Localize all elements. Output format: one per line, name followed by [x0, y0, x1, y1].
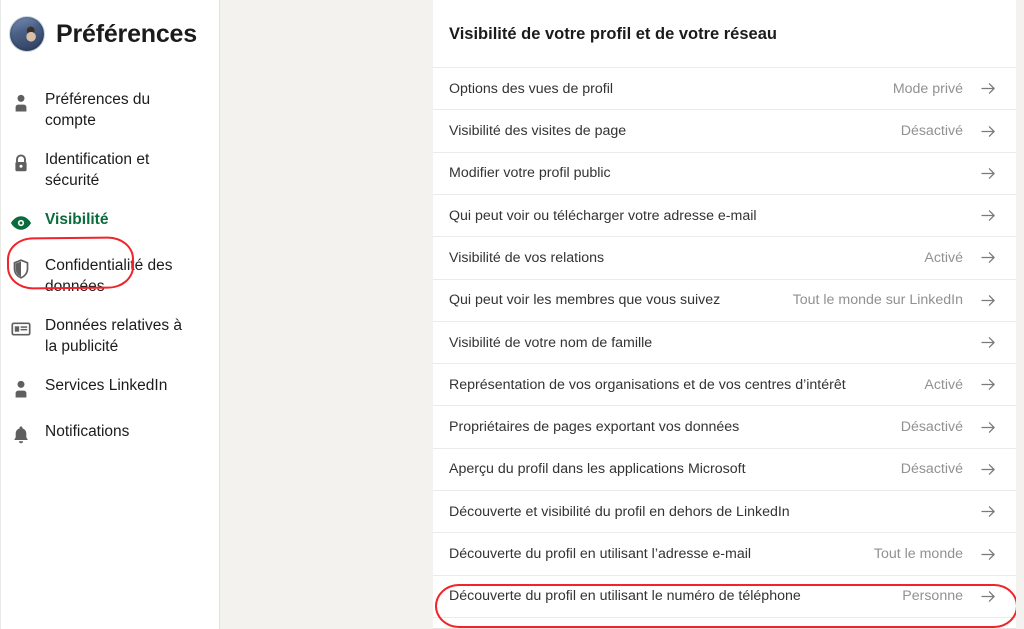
sidebar-item-visibilite[interactable]: Visibilité — [0, 200, 220, 246]
settings-row-value: Tout le monde sur LinkedIn — [792, 292, 963, 309]
sidebar-item-notifications[interactable]: Notifications — [0, 412, 220, 458]
content-spacer — [220, 0, 433, 629]
arrow-right-icon[interactable] — [980, 335, 996, 351]
arrow-right-icon[interactable] — [980, 419, 996, 435]
settings-row-value: Personne — [902, 588, 963, 605]
settings-row-value: Activé — [924, 376, 963, 393]
settings-row-qui-peut-voir-adresse-email[interactable]: Qui peut voir ou télécharger votre adres… — [433, 193, 1016, 237]
settings-row-label: Découverte du profil en utilisant le num… — [449, 588, 801, 605]
settings-row-visibilite-des-visites-de-page[interactable]: Visibilité des visites de page Désactivé — [433, 109, 1016, 152]
arrow-right-icon[interactable] — [980, 504, 996, 520]
settings-row-apercu-du-profil-applications-microsoft[interactable]: Aperçu du profil dans les applications M… — [433, 447, 1016, 491]
settings-row-value: Désactivé — [900, 461, 963, 478]
settings-row-visibilite-de-vos-relations[interactable]: Visibilité de vos relations Activé — [433, 236, 1016, 279]
settings-row-qui-peut-voir-les-membres-que-vous-suivez[interactable]: Qui peut voir les membres que vous suive… — [433, 278, 1016, 321]
settings-row-label: Qui peut voir les membres que vous suive… — [449, 292, 721, 309]
arrow-right-icon[interactable] — [980, 123, 996, 139]
bell-icon — [10, 424, 32, 446]
preferences-page: Préférences Préférences du compte Identi… — [0, 0, 1024, 629]
arrow-right-icon[interactable] — [980, 588, 996, 604]
settings-row-decouverte-du-profil-numero-de-telephone[interactable]: Découverte du profil en utilisant le num… — [433, 574, 1016, 617]
arrow-right-icon[interactable] — [980, 81, 996, 97]
settings-row-label: Représentation de vos organisations et d… — [449, 376, 846, 393]
settings-row-value: Désactivé — [900, 419, 963, 436]
arrow-right-icon[interactable] — [980, 377, 996, 393]
sidebar-item-label: Visibilité — [45, 211, 109, 228]
settings-row-decouverte-du-profil-adresse-email[interactable]: Découverte du profil en utilisant l’adre… — [433, 532, 1016, 575]
sidebar: Préférences Préférences du compte Identi… — [0, 0, 220, 629]
arrow-right-icon[interactable] — [980, 165, 996, 181]
avatar[interactable] — [9, 16, 45, 52]
arrow-right-icon[interactable] — [980, 250, 996, 266]
sidebar-item-label: Préférences du compte — [45, 91, 151, 129]
sidebar-item-donnees-relatives-a-la-publicite[interactable]: Données relatives à la publicité — [0, 306, 220, 366]
person-icon — [10, 92, 32, 114]
arrow-right-icon[interactable] — [980, 461, 996, 477]
settings-row-label: Modifier votre profil public — [449, 165, 611, 182]
settings-row-value: Désactivé — [900, 123, 963, 140]
settings-row-label: Visibilité de votre nom de famille — [449, 334, 653, 351]
sidebar-item-confidentialite-des-donnees[interactable]: Confidentialité des données — [0, 246, 220, 306]
settings-row-value: Mode privé — [892, 80, 963, 97]
sidebar-item-identification-et-securite[interactable]: Identification et sécurité — [0, 140, 220, 200]
settings-row-options-des-vues-de-profil[interactable]: Options des vues de profil Mode privé — [433, 67, 1016, 110]
eye-icon — [10, 212, 32, 234]
settings-row-label: Découverte du profil en utilisant l’adre… — [449, 546, 752, 562]
lock-icon — [10, 152, 32, 174]
settings-row-visibilite-de-votre-nom-de-famille[interactable]: Visibilité de votre nom de famille — [433, 320, 1016, 364]
settings-row-label: Découverte et visibilité du profil en de… — [449, 503, 790, 520]
settings-list: Options des vues de profil Mode privé Vi… — [433, 67, 1016, 629]
section-heading: Visibilité de votre profil et de votre r… — [449, 25, 777, 44]
sidebar-item-label: Notifications — [45, 423, 130, 440]
arrow-right-icon[interactable] — [980, 292, 996, 308]
settings-row-value: Tout le monde — [873, 546, 963, 562]
settings-row-modifier-votre-profil-public[interactable]: Modifier votre profil public — [433, 151, 1016, 194]
settings-row-proprietaires-de-pages-exportant-vos-donnees[interactable]: Propriétaires de pages exportant vos don… — [433, 405, 1016, 448]
sidebar-item-label: Confidentialité des données — [45, 257, 173, 295]
right-gutter — [1016, 0, 1024, 629]
sidebar-brand: Préférences — [9, 16, 197, 52]
settings-row-label: Propriétaires de pages exportant vos don… — [449, 419, 740, 436]
settings-row-value: Activé — [924, 249, 963, 266]
settings-row-representation-de-vos-organisations[interactable]: Représentation de vos organisations et d… — [433, 363, 1016, 406]
sidebar-item-label: Données relatives à la publicité — [45, 317, 182, 355]
settings-row-label: Visibilité des visites de page — [449, 123, 627, 140]
ad-card-icon — [10, 318, 32, 340]
settings-row-label: Aperçu du profil dans les applications M… — [449, 461, 746, 478]
settings-row-label: Qui peut voir ou télécharger votre adres… — [449, 207, 757, 224]
settings-row-label: Options des vues de profil — [449, 80, 614, 97]
main-panel: Visibilité de votre profil et de votre r… — [433, 0, 1018, 629]
sidebar-item-preferences-du-compte[interactable]: Préférences du compte — [0, 80, 220, 140]
sidebar-nav: Préférences du compte Identification et … — [0, 80, 220, 458]
sidebar-item-services-linkedin[interactable]: Services LinkedIn — [0, 366, 220, 412]
sidebar-item-label: Services LinkedIn — [45, 377, 168, 394]
arrow-right-icon[interactable] — [980, 208, 996, 224]
page-title: Préférences — [56, 19, 197, 48]
sidebar-item-label: Identification et sécurité — [45, 151, 150, 189]
settings-row-label: Visibilité de vos relations — [449, 249, 605, 266]
person-icon — [10, 378, 32, 400]
settings-row-decouverte-et-visibilite-hors-linkedin[interactable]: Découverte et visibilité du profil en de… — [433, 490, 1016, 533]
arrow-right-icon[interactable] — [980, 546, 996, 562]
shield-icon — [10, 258, 32, 280]
